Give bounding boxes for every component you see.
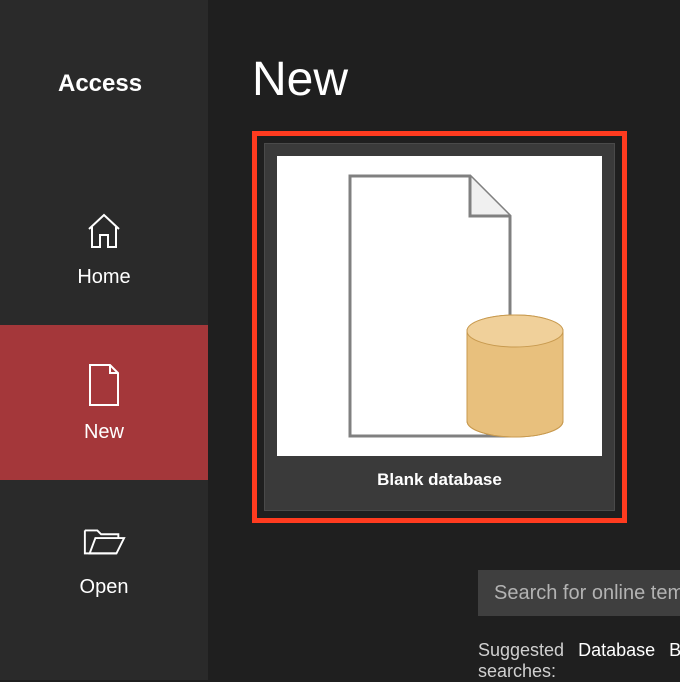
suggested-link-database[interactable]: Database bbox=[578, 640, 655, 661]
open-folder-icon bbox=[82, 516, 126, 564]
main-content: New bbox=[208, 0, 680, 680]
suggested-label: Suggested searches: bbox=[478, 640, 564, 682]
sidebar-item-new[interactable]: New bbox=[0, 325, 208, 480]
search-input[interactable] bbox=[478, 570, 680, 616]
app-title: Access bbox=[0, 70, 208, 98]
suggested-searches: Suggested searches: Database Business Lo… bbox=[478, 640, 680, 682]
template-blank-database[interactable]: Blank database bbox=[264, 143, 615, 511]
sidebar-item-label: Open bbox=[80, 576, 129, 599]
template-label: Blank database bbox=[265, 456, 614, 510]
search-row bbox=[478, 570, 680, 616]
sidebar-item-home[interactable]: Home bbox=[0, 170, 208, 325]
home-icon bbox=[82, 206, 126, 254]
page-title: New bbox=[252, 52, 680, 107]
sidebar-item-label: Home bbox=[77, 266, 130, 289]
sidebar: Access Home New Open bbox=[0, 0, 208, 680]
sidebar-item-label: New bbox=[84, 421, 124, 444]
suggested-link-business[interactable]: Business bbox=[669, 640, 680, 661]
sidebar-item-open[interactable]: Open bbox=[0, 480, 208, 635]
new-file-icon bbox=[82, 361, 126, 409]
template-thumbnail bbox=[277, 156, 602, 456]
highlight-box: Blank database bbox=[252, 131, 627, 523]
